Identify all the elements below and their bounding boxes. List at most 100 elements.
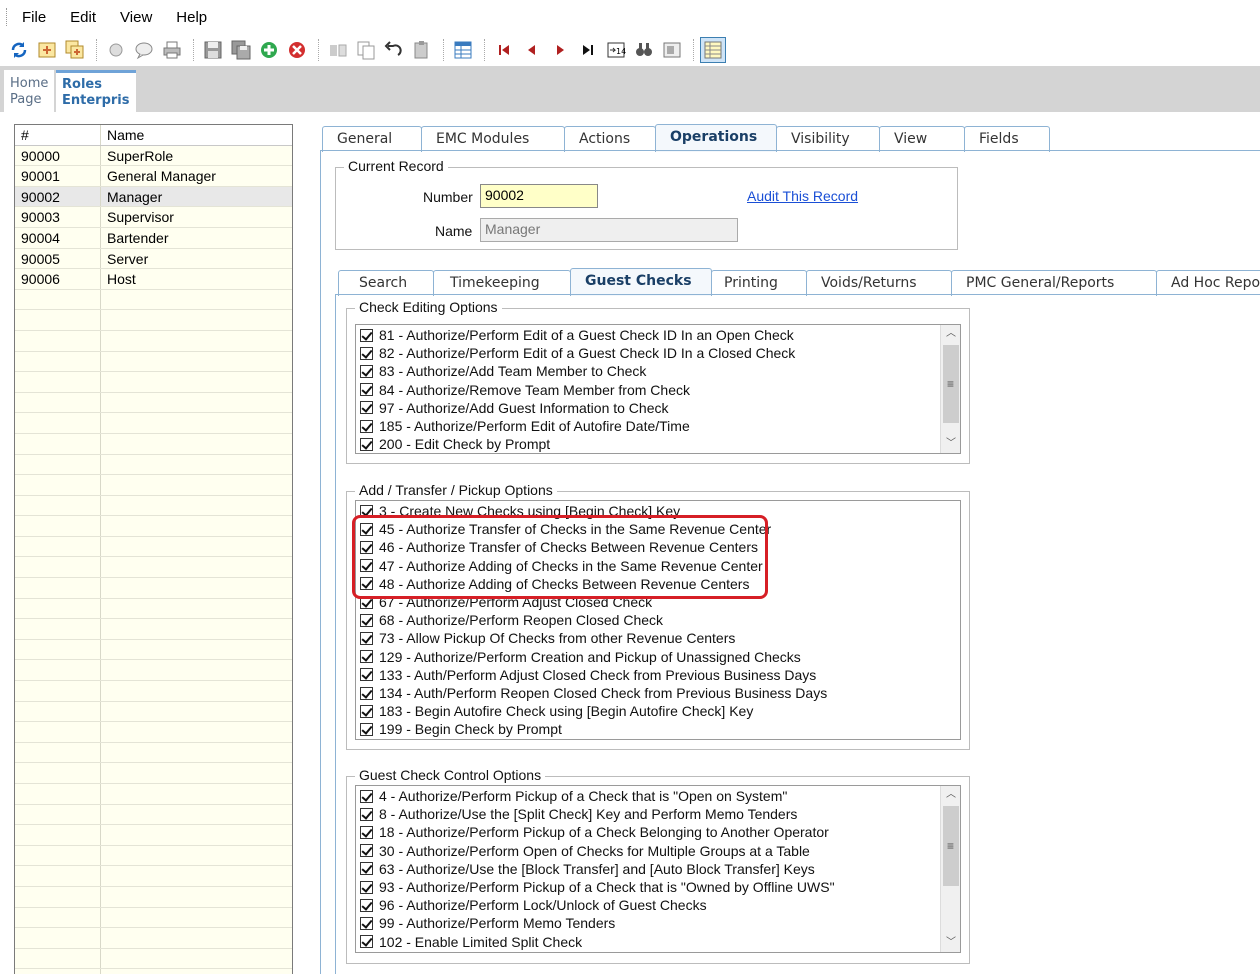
table-row[interactable]: 90002 Manager (15, 186, 292, 208)
column-header-number[interactable]: # (15, 125, 101, 145)
goto-icon[interactable]: 14 (603, 37, 629, 63)
table-icon[interactable] (450, 37, 476, 63)
table-row[interactable] (15, 886, 292, 908)
clipboard-icon[interactable] (409, 37, 435, 63)
checkbox-checked[interactable] (360, 401, 373, 415)
scroll-thumb[interactable] (943, 345, 959, 423)
audit-record-link[interactable]: Audit This Record (747, 188, 858, 204)
permission-checkbox-item[interactable]: 200 - Edit Check by Prompt (360, 435, 550, 453)
check-editing-scrollbar[interactable]: ︿ ﹀ (940, 325, 960, 453)
add-icon[interactable] (256, 37, 282, 63)
table-row[interactable] (15, 413, 292, 434)
comment-icon[interactable] (131, 37, 157, 63)
permission-checkbox-item[interactable]: 4 - Authorize/Perform Pickup of a Check … (360, 787, 787, 805)
table-row[interactable] (15, 351, 292, 373)
menu-edit[interactable]: Edit (58, 9, 108, 26)
table-row[interactable] (15, 681, 292, 702)
last-icon[interactable] (575, 37, 601, 63)
table-row[interactable] (15, 454, 292, 476)
menu-view[interactable]: View (108, 9, 164, 26)
checkbox-checked[interactable] (360, 686, 373, 700)
menu-help[interactable]: Help (164, 9, 219, 26)
grid-icon[interactable] (700, 37, 726, 63)
scroll-down-icon[interactable]: ﹀ (941, 934, 960, 952)
prev-icon[interactable] (519, 37, 545, 63)
table-row[interactable]: 90004 Bartender (15, 227, 292, 249)
print-icon[interactable] (159, 37, 185, 63)
name-field[interactable]: Manager (480, 218, 738, 242)
new-copy-icon[interactable] (62, 37, 88, 63)
undo-icon[interactable] (381, 37, 407, 63)
permission-checkbox-item[interactable]: 84 - Authorize/Remove Team Member from C… (360, 381, 690, 399)
table-row[interactable] (15, 495, 292, 517)
table-row[interactable] (15, 825, 292, 846)
table-row[interactable]: 90005 Server (15, 248, 292, 270)
permission-checkbox-item[interactable]: 129 - Authorize/Perform Creation and Pic… (360, 648, 801, 666)
checkbox-checked[interactable] (360, 328, 373, 342)
tab-emc-modules[interactable]: EMC Modules (421, 126, 565, 152)
checkbox-checked[interactable] (360, 880, 373, 894)
checkbox-checked[interactable] (360, 631, 373, 645)
record-icon[interactable] (103, 37, 129, 63)
save-all-icon[interactable] (228, 37, 254, 63)
checkbox-checked[interactable] (360, 898, 373, 912)
table-row[interactable] (15, 289, 292, 311)
table-row[interactable] (15, 928, 292, 949)
checkbox-checked[interactable] (360, 807, 373, 821)
checkbox-checked[interactable] (360, 862, 373, 876)
control-scrollbar[interactable]: ︿ ﹀ (940, 786, 960, 952)
copy-icon[interactable] (353, 37, 379, 63)
tab-printing[interactable]: Printing (711, 270, 807, 296)
permission-checkbox-item[interactable]: 134 - Auth/Perform Reopen Closed Check f… (360, 684, 827, 702)
table-row[interactable] (15, 433, 292, 455)
table-row[interactable] (15, 310, 292, 331)
permission-checkbox-item[interactable]: 185 - Authorize/Perform Edit of Autofire… (360, 417, 690, 435)
table-row[interactable] (15, 639, 292, 661)
checkbox-checked[interactable] (360, 364, 373, 378)
table-row[interactable] (15, 619, 292, 640)
permission-checkbox-item[interactable]: 93 - Authorize/Perform Pickup of a Check… (360, 878, 835, 896)
refresh-icon[interactable] (6, 37, 32, 63)
delete-icon[interactable] (284, 37, 310, 63)
tab-home-page[interactable]: Home Page (4, 70, 54, 112)
permission-checkbox-item[interactable]: 8 - Authorize/Use the [Split Check] Key … (360, 805, 797, 823)
column-header-name[interactable]: Name (101, 125, 292, 145)
table-row[interactable] (15, 372, 292, 393)
new-icon[interactable] (34, 37, 60, 63)
number-field[interactable]: 90002 (480, 184, 598, 208)
checkbox-checked[interactable] (360, 722, 373, 736)
move-icon[interactable] (325, 37, 351, 63)
table-row[interactable] (15, 475, 292, 496)
table-row[interactable] (15, 866, 292, 887)
permission-checkbox-item[interactable]: 63 - Authorize/Use the [Block Transfer] … (360, 860, 815, 878)
checkbox-checked[interactable] (360, 346, 373, 360)
checkbox-checked[interactable] (360, 789, 373, 803)
checkbox-checked[interactable] (360, 613, 373, 627)
checkbox-checked[interactable] (360, 668, 373, 682)
tab-operations[interactable]: Operations (655, 124, 777, 152)
tab-pmc-general-reports[interactable]: PMC General/Reports (951, 270, 1157, 296)
table-row[interactable]: 90006 Host (15, 269, 292, 290)
tab-guest-checks[interactable]: Guest Checks (570, 268, 712, 296)
table-row[interactable] (15, 516, 292, 537)
first-icon[interactable] (491, 37, 517, 63)
menu-file[interactable]: File (10, 9, 58, 26)
table-row[interactable] (15, 392, 292, 414)
permission-checkbox-item[interactable]: 82 - Authorize/Perform Edit of a Guest C… (360, 344, 795, 362)
tab-timekeeping[interactable]: Timekeeping (433, 270, 571, 296)
tab-view[interactable]: View (879, 126, 965, 152)
scroll-thumb[interactable] (943, 806, 959, 886)
checkbox-checked[interactable] (360, 419, 373, 433)
checkbox-checked[interactable] (360, 935, 373, 949)
table-row[interactable] (15, 907, 292, 929)
view-icon[interactable] (659, 37, 685, 63)
permission-checkbox-item[interactable]: 30 - Authorize/Perform Open of Checks fo… (360, 842, 810, 860)
tab-actions[interactable]: Actions (564, 126, 656, 152)
table-row[interactable] (15, 557, 292, 579)
tab-fields[interactable]: Fields (964, 126, 1050, 152)
table-row[interactable] (15, 742, 292, 764)
next-icon[interactable] (547, 37, 573, 63)
table-row[interactable] (15, 804, 292, 826)
checkbox-checked[interactable] (360, 650, 373, 664)
permission-checkbox-item[interactable]: 18 - Authorize/Perform Pickup of a Check… (360, 823, 829, 841)
